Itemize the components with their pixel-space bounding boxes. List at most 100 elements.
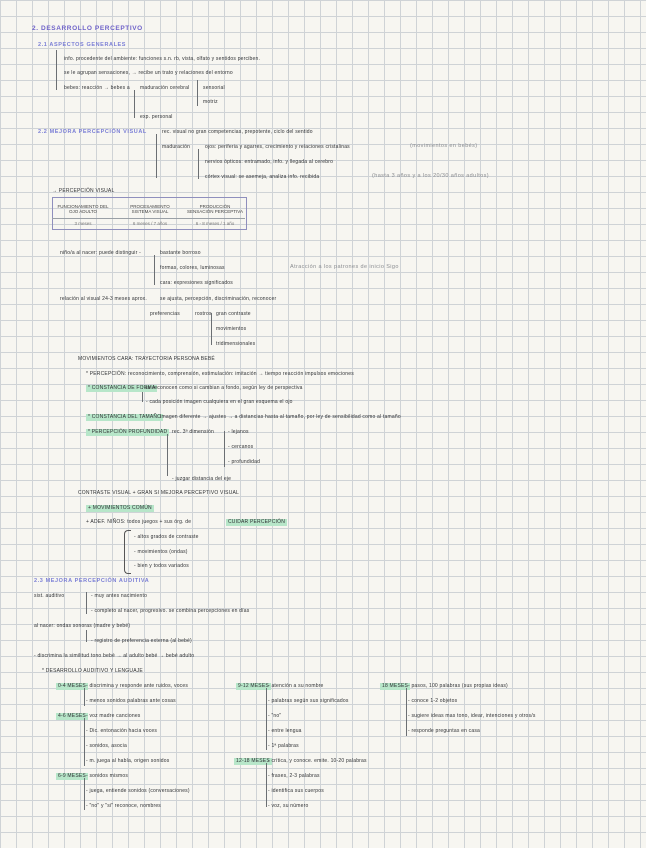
age-4-6-text-2: - Dic. entonación hacia voces xyxy=(86,728,158,734)
vision-line-1: niño/a al nacer: puede distinguir - xyxy=(60,250,141,256)
s22-note-1: (movimientos en bebés) xyxy=(410,143,478,149)
divider xyxy=(142,392,143,402)
depth-near: - cercanos xyxy=(228,444,254,450)
s22-line-1: rec. visual no gran competencias, prepot… xyxy=(162,129,313,135)
movements-heading: MOVIMIENTOS CARA: TRAYECTORIA PERSONA BE… xyxy=(78,356,215,362)
aud-line-3: al nacer: ondas sonoras (madre y bebé) xyxy=(34,623,131,629)
table-header-2: PROCESAMIENTO SISTEMA VISUAL xyxy=(130,204,170,214)
divider xyxy=(84,718,85,766)
aud-line-2: - completo al nacer, progresivo. se comb… xyxy=(91,608,250,614)
conclusion-4: - movimientos (ondas) xyxy=(134,549,188,555)
section-2-3-heading: 2.3 MEJORA PERCEPCIÓN AUDITIVA xyxy=(34,578,150,584)
age-9-12-text-4: - entre lengua xyxy=(268,728,302,734)
bullet-depth-text: rec. 3ª dimensión xyxy=(172,429,214,435)
conclusion-3: - altos grados de contraste xyxy=(134,534,199,540)
s22-line-2a: maduración xyxy=(162,144,191,150)
bullet-depth: * PERCEPCIÓN PROFUNDIDAD xyxy=(86,429,170,436)
age-18-text-2: - conoce 1-2 objetos xyxy=(408,698,458,704)
divider xyxy=(134,90,135,118)
divider xyxy=(266,688,267,750)
divider xyxy=(84,688,85,706)
aud-line-4: - registro de preferencia externa (al be… xyxy=(91,638,192,644)
s22-note-2: (hasta 3 años y a los 20/30 años adultos… xyxy=(372,173,489,179)
conclusion-2a: + ADEF. NIÑOS: todos juegos + sus órg. d… xyxy=(86,519,192,525)
table-header-3: PRODUCCIÓN SENSACIÓN PERCEPTIVA xyxy=(187,204,243,214)
age-12-18-text-3: - identifica sus cuerpos xyxy=(268,788,324,794)
age-9-12-text-2: - palabras según sus significados xyxy=(268,698,349,704)
s21-line-3a: bebes: reacción → bebes a xyxy=(64,85,130,91)
vision-line-3: cara: expresiones significados xyxy=(160,280,233,286)
age-12-18-text-2: - frases, 2-3 palabras xyxy=(268,773,320,779)
aud-line-1a: sist. auditivo xyxy=(34,593,65,599)
age-9-12-text: - atención a su nombre xyxy=(268,683,324,689)
divider xyxy=(224,431,225,467)
s22-line-4a: córtex visual: se asemeja, analiza info.… xyxy=(205,174,320,180)
vision-line-4: relación al visual 24-3 meses aprox. xyxy=(60,296,147,302)
aud-line-6: * DESARROLLO AUDITIVO Y LENGUAJE xyxy=(42,668,143,674)
divider xyxy=(167,434,168,476)
bullet-shape-text: : se reconocen como si cambian a fondo, … xyxy=(142,385,303,391)
age-18-text-4: - responde preguntas en casa xyxy=(408,728,481,734)
conclusion-5: - bien y todos variados xyxy=(134,563,189,569)
divider xyxy=(86,630,87,642)
s21-line-3b: maduración cerebral xyxy=(140,85,190,91)
divider xyxy=(197,80,198,106)
s21-line-3c: sensorial xyxy=(203,85,225,91)
s21-line-1: info. procedente del ambiente: funciones… xyxy=(64,56,261,62)
conclusion-2b: CUIDAR PERCEPCIÓN xyxy=(226,519,288,526)
bullet-size-constancy: * CONSTANCIA DEL TAMAÑO xyxy=(86,414,164,421)
age-9-12-text-5: - 1ª palabras xyxy=(268,743,299,749)
page-title: 2. DESARROLLO PERCEPTIVO xyxy=(32,25,143,32)
vision-line-1b: bastante borroso xyxy=(160,250,201,256)
vision-line-4b: se ajusta, percepción, discriminación, r… xyxy=(160,296,277,302)
s22-line-2b: ojos: periferia y agarres, crecimiento y… xyxy=(205,144,350,150)
divider xyxy=(84,778,85,810)
vision-line-5a: preferencias xyxy=(150,311,180,317)
depth-depth: - profundidad xyxy=(228,459,261,465)
age-18-text-3: - sugiere ideas mas tono, idear, intenci… xyxy=(408,713,536,719)
bullet-size-text: : imagen diferente → ajustes → a distanc… xyxy=(157,414,401,420)
divider xyxy=(198,149,199,179)
brace xyxy=(124,530,131,574)
divider xyxy=(211,313,212,345)
age-0-4-text: - discrimina y responde ante ruidos, voc… xyxy=(86,683,189,689)
bullet-shape-text-2: - cada posición imagen cualquiera en el … xyxy=(146,399,293,405)
divider xyxy=(266,763,267,807)
s22-line-3: nervios ópticos: entramado, info. y lleg… xyxy=(205,159,334,165)
table-label: → PERCEPCIÓN VISUAL xyxy=(52,188,115,194)
age-12-18-text: - crítica, y conoce. emite. 10-20 palabr… xyxy=(268,758,367,764)
age-12-18-text-4: - voz, su número xyxy=(268,803,309,809)
section-2-1-heading: 2.1 ASPECTOS GENERALES xyxy=(38,42,127,48)
vision-line-6: movimientos xyxy=(216,326,247,332)
vision-line-7: tridimensionales xyxy=(216,341,256,347)
s21-line-5: exp. personal xyxy=(140,114,173,120)
age-4-6-text: - voz madre canciones xyxy=(86,713,141,719)
age-6-9-text-2: - juega, entiende sonidos (conversacione… xyxy=(86,788,190,794)
age-9-12-text-3: - "no" xyxy=(268,713,282,719)
table-value-3: 6 - 8 meses / 1 año xyxy=(195,221,235,226)
divider xyxy=(156,134,157,178)
vision-line-2: formas, colores, luminosas xyxy=(160,265,225,271)
conclusion-1: + MOVIMIENTOS COMÚN xyxy=(86,505,154,512)
s21-line-2: se le agrupan sensaciones, → recibe un t… xyxy=(64,70,233,76)
age-6-9-text: - sonidos mismos xyxy=(86,773,129,779)
age-4-6-text-3: - sonidos, asocia xyxy=(86,743,127,749)
age-0-4-text-2: - menos sonidos palabras ante cosas xyxy=(86,698,176,704)
table-value-2: 6 meses / 7 años xyxy=(132,221,168,226)
divider xyxy=(154,255,155,285)
depth-far: - lejanos xyxy=(228,429,249,435)
table-header-1: FUNCIONAMIENTO DEL OJO ADULTO xyxy=(57,204,109,214)
aud-line-1b: - muy antes nacimiento xyxy=(91,593,148,599)
divider xyxy=(86,592,87,614)
divider xyxy=(56,50,57,90)
vision-note: Atracción a los patrones de inicio Sigo xyxy=(290,264,399,270)
aud-line-5: - discrimina la similitud tono bebé → al… xyxy=(34,653,195,659)
table-value-1: 3 meses xyxy=(74,221,92,226)
divider xyxy=(52,218,245,219)
s21-line-4: motriz xyxy=(203,99,218,105)
depth-distance: - juzgar distancia del eje xyxy=(172,476,232,482)
vision-line-5b: rostros xyxy=(195,311,212,317)
vision-line-5c: gran contraste xyxy=(216,311,251,317)
divider xyxy=(406,688,407,736)
bullet-perception: * PERCEPCIÓN: reconocimiento, comprensió… xyxy=(86,371,354,377)
